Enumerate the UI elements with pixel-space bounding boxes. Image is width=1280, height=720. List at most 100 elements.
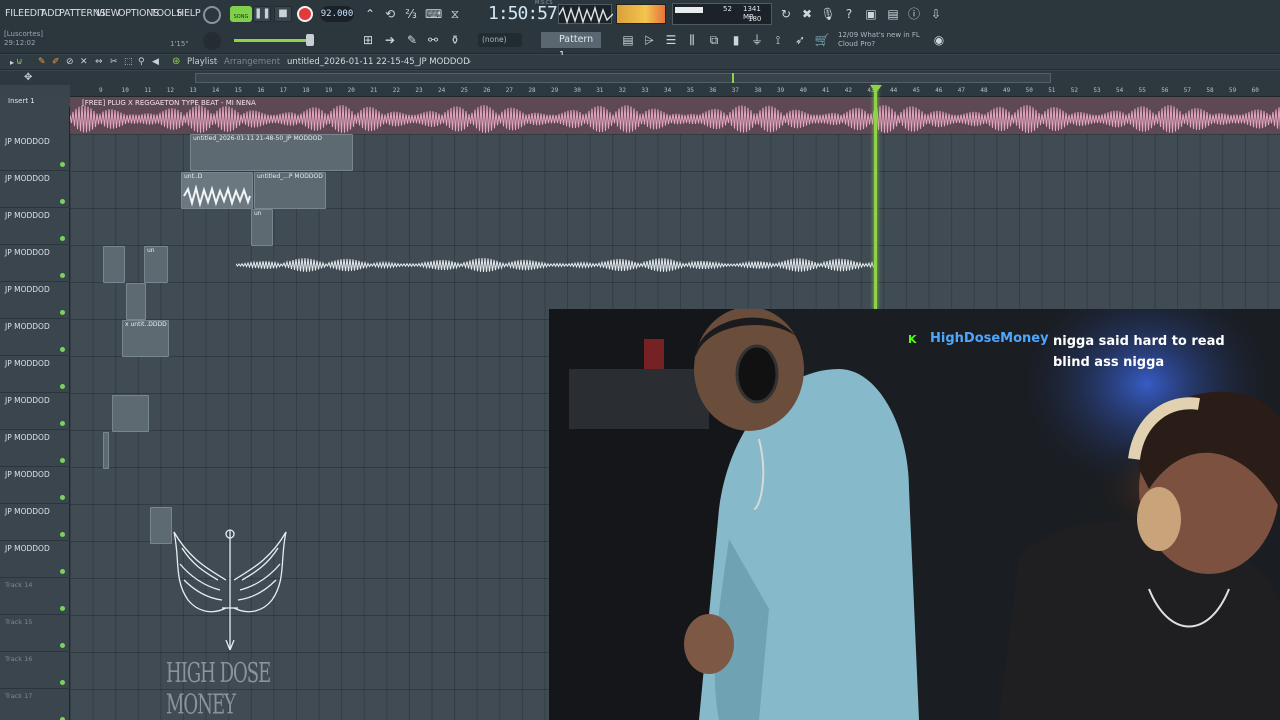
audio-clip[interactable] bbox=[103, 432, 109, 469]
plug-icon[interactable]: ⏚ bbox=[749, 32, 765, 48]
menu-help[interactable]: HELP bbox=[177, 8, 201, 19]
tool-delete-icon[interactable]: ⊘ bbox=[66, 57, 74, 67]
playlist-icon[interactable]: ▤ bbox=[620, 32, 636, 48]
track-led-icon[interactable] bbox=[60, 236, 65, 241]
blend-notes-icon[interactable]: ⌨ bbox=[425, 6, 442, 22]
mixer-icon[interactable]: ⫼ bbox=[684, 32, 700, 48]
track-header[interactable]: JP MODDOD bbox=[0, 356, 70, 393]
channel-rack-icon[interactable]: ☰ bbox=[663, 32, 679, 48]
pattern-selector[interactable]: Pattern 1 bbox=[540, 31, 602, 61]
track-header[interactable]: JP MODDOD bbox=[0, 245, 70, 282]
track-header[interactable]: JP MODDOD bbox=[0, 171, 70, 208]
long-audio-clip[interactable] bbox=[235, 256, 874, 274]
master-volume-knob[interactable] bbox=[203, 6, 221, 24]
track-led-icon[interactable] bbox=[60, 680, 65, 685]
pause-button[interactable]: ❚❚ bbox=[253, 6, 271, 22]
track-header[interactable]: JP MODDOD bbox=[0, 541, 70, 578]
track-header[interactable]: Track 15 bbox=[0, 615, 70, 652]
arrangement-label[interactable]: Arrangement bbox=[224, 57, 280, 67]
snap-icon[interactable]: ⊞ bbox=[360, 32, 376, 48]
track-header[interactable]: JP MODDOD bbox=[0, 467, 70, 504]
chord-select[interactable]: (none) bbox=[478, 33, 522, 47]
microphone-icon[interactable]: 🎙 bbox=[820, 6, 836, 22]
audio-clip[interactable]: x untit..DDDD bbox=[122, 320, 169, 357]
audio-clip[interactable] bbox=[103, 246, 125, 283]
track-led-icon[interactable] bbox=[60, 532, 65, 537]
metronome-icon[interactable]: ⌃ bbox=[362, 6, 378, 22]
plugin-icon[interactable]: ▮ bbox=[728, 32, 744, 48]
track-header[interactable]: JP MODDOD bbox=[0, 393, 70, 430]
tool-mute-icon[interactable]: ✕ bbox=[80, 57, 88, 67]
tool-pencil-icon[interactable]: ✎ bbox=[38, 57, 46, 67]
track-header[interactable]: Track 17 bbox=[0, 689, 70, 720]
playhead-marker-icon[interactable] bbox=[870, 85, 882, 93]
tool-play-icon[interactable]: ◀ bbox=[152, 57, 159, 67]
info-icon[interactable]: ⓘ bbox=[906, 6, 922, 22]
news-panel[interactable]: 12/09 What's new in FL Cloud Pro? bbox=[838, 31, 928, 51]
countdown-icon[interactable]: ⧖ bbox=[447, 6, 463, 22]
magnet-icon[interactable]: ⊍ bbox=[16, 57, 23, 67]
audio-clip[interactable]: unt..D bbox=[181, 172, 253, 209]
slider-handle[interactable] bbox=[306, 34, 314, 46]
tool-brush-icon[interactable]: ✐ bbox=[52, 57, 60, 67]
track-header[interactable]: Track 16 bbox=[0, 652, 70, 689]
tool-zoom-icon[interactable]: ⚲ bbox=[138, 57, 145, 67]
track-led-icon[interactable] bbox=[60, 347, 65, 352]
tool-slip-icon[interactable]: ⇔ bbox=[95, 57, 103, 67]
track-led-icon[interactable] bbox=[60, 310, 65, 315]
audio-clip[interactable]: un bbox=[144, 246, 168, 283]
scroll-icon[interactable]: ✥ bbox=[24, 72, 32, 83]
menu-file[interactable]: FILE bbox=[5, 8, 24, 19]
timeline-ruler[interactable]: 9 10 11 12 13 14 15 16 17 18 19 20 21 22 23 24 25 26 27 28 2… bbox=[70, 85, 1280, 97]
menu-view[interactable]: VIEW bbox=[96, 8, 120, 19]
link-icon[interactable]: ⚯ bbox=[425, 32, 441, 48]
track-header[interactable]: Track 14 bbox=[0, 578, 70, 615]
save-icon[interactable]: ▣ bbox=[863, 6, 879, 22]
track-header[interactable]: JP MODDOD bbox=[0, 134, 70, 171]
pencil-icon[interactable]: ✎ bbox=[404, 32, 420, 48]
tempo-display[interactable]: 92.000 bbox=[320, 6, 354, 22]
step-edit-icon[interactable]: ⅔ bbox=[403, 6, 419, 22]
track-header[interactable]: JP MODDOD bbox=[0, 282, 70, 319]
stop-button[interactable]: ■ bbox=[274, 6, 292, 22]
browser-icon[interactable]: ⧉ bbox=[706, 32, 722, 48]
track-header[interactable]: JP MODDOD bbox=[0, 504, 70, 541]
panic-icon[interactable]: ✖ bbox=[799, 6, 815, 22]
globe-icon[interactable]: ◉ bbox=[931, 32, 947, 48]
song-time-display[interactable]: 1:50:57 bbox=[488, 3, 558, 25]
audio-clip[interactable] bbox=[112, 395, 149, 432]
track-header[interactable]: JP MODDOD bbox=[0, 319, 70, 356]
tempo-tap-icon[interactable]: ⟟ bbox=[770, 32, 786, 48]
track-header[interactable]: JP MODDOD bbox=[0, 208, 70, 245]
playhead[interactable] bbox=[874, 85, 877, 310]
audio-clip[interactable]: untitled_2026-01-11 21-48-50_JP MODDOD bbox=[190, 134, 353, 171]
track-header[interactable]: JP MODDOD bbox=[0, 430, 70, 467]
arrow-right-icon[interactable]: ➔ bbox=[382, 32, 398, 48]
chevron-right-icon[interactable]: › bbox=[468, 57, 471, 66]
audio-clip[interactable] bbox=[126, 283, 146, 320]
horizontal-scrollbar[interactable] bbox=[195, 73, 1051, 83]
track-led-icon[interactable] bbox=[60, 643, 65, 648]
track-led-icon[interactable] bbox=[60, 458, 65, 463]
shop-icon[interactable]: ▤ bbox=[885, 6, 901, 22]
rocket-icon[interactable]: ➶ bbox=[792, 32, 808, 48]
audio-clip[interactable]: un bbox=[251, 209, 273, 246]
track-led-icon[interactable] bbox=[60, 495, 65, 500]
stamp-icon[interactable]: ⚱ bbox=[447, 32, 463, 48]
master-pitch-slider[interactable] bbox=[234, 39, 314, 42]
track-led-icon[interactable] bbox=[60, 162, 65, 167]
tool-slice-icon[interactable]: ✂ bbox=[110, 57, 118, 67]
track-led-icon[interactable] bbox=[60, 606, 65, 611]
track-led-icon[interactable] bbox=[60, 421, 65, 426]
record-button[interactable] bbox=[297, 6, 313, 22]
tool-select-icon[interactable]: ⬚ bbox=[124, 57, 133, 67]
refresh-icon[interactable]: ↻ bbox=[778, 6, 794, 22]
track-led-icon[interactable] bbox=[60, 273, 65, 278]
pitch-knob[interactable] bbox=[203, 32, 221, 50]
help-icon[interactable]: ? bbox=[841, 6, 857, 22]
audio-clip[interactable]: untitled_...P MODDOD bbox=[254, 172, 326, 209]
loop-record-icon[interactable]: ⟲ bbox=[382, 6, 398, 22]
cart-icon[interactable]: 🛒 bbox=[814, 32, 830, 48]
track-led-icon[interactable] bbox=[60, 384, 65, 389]
track-led-icon[interactable] bbox=[60, 569, 65, 574]
